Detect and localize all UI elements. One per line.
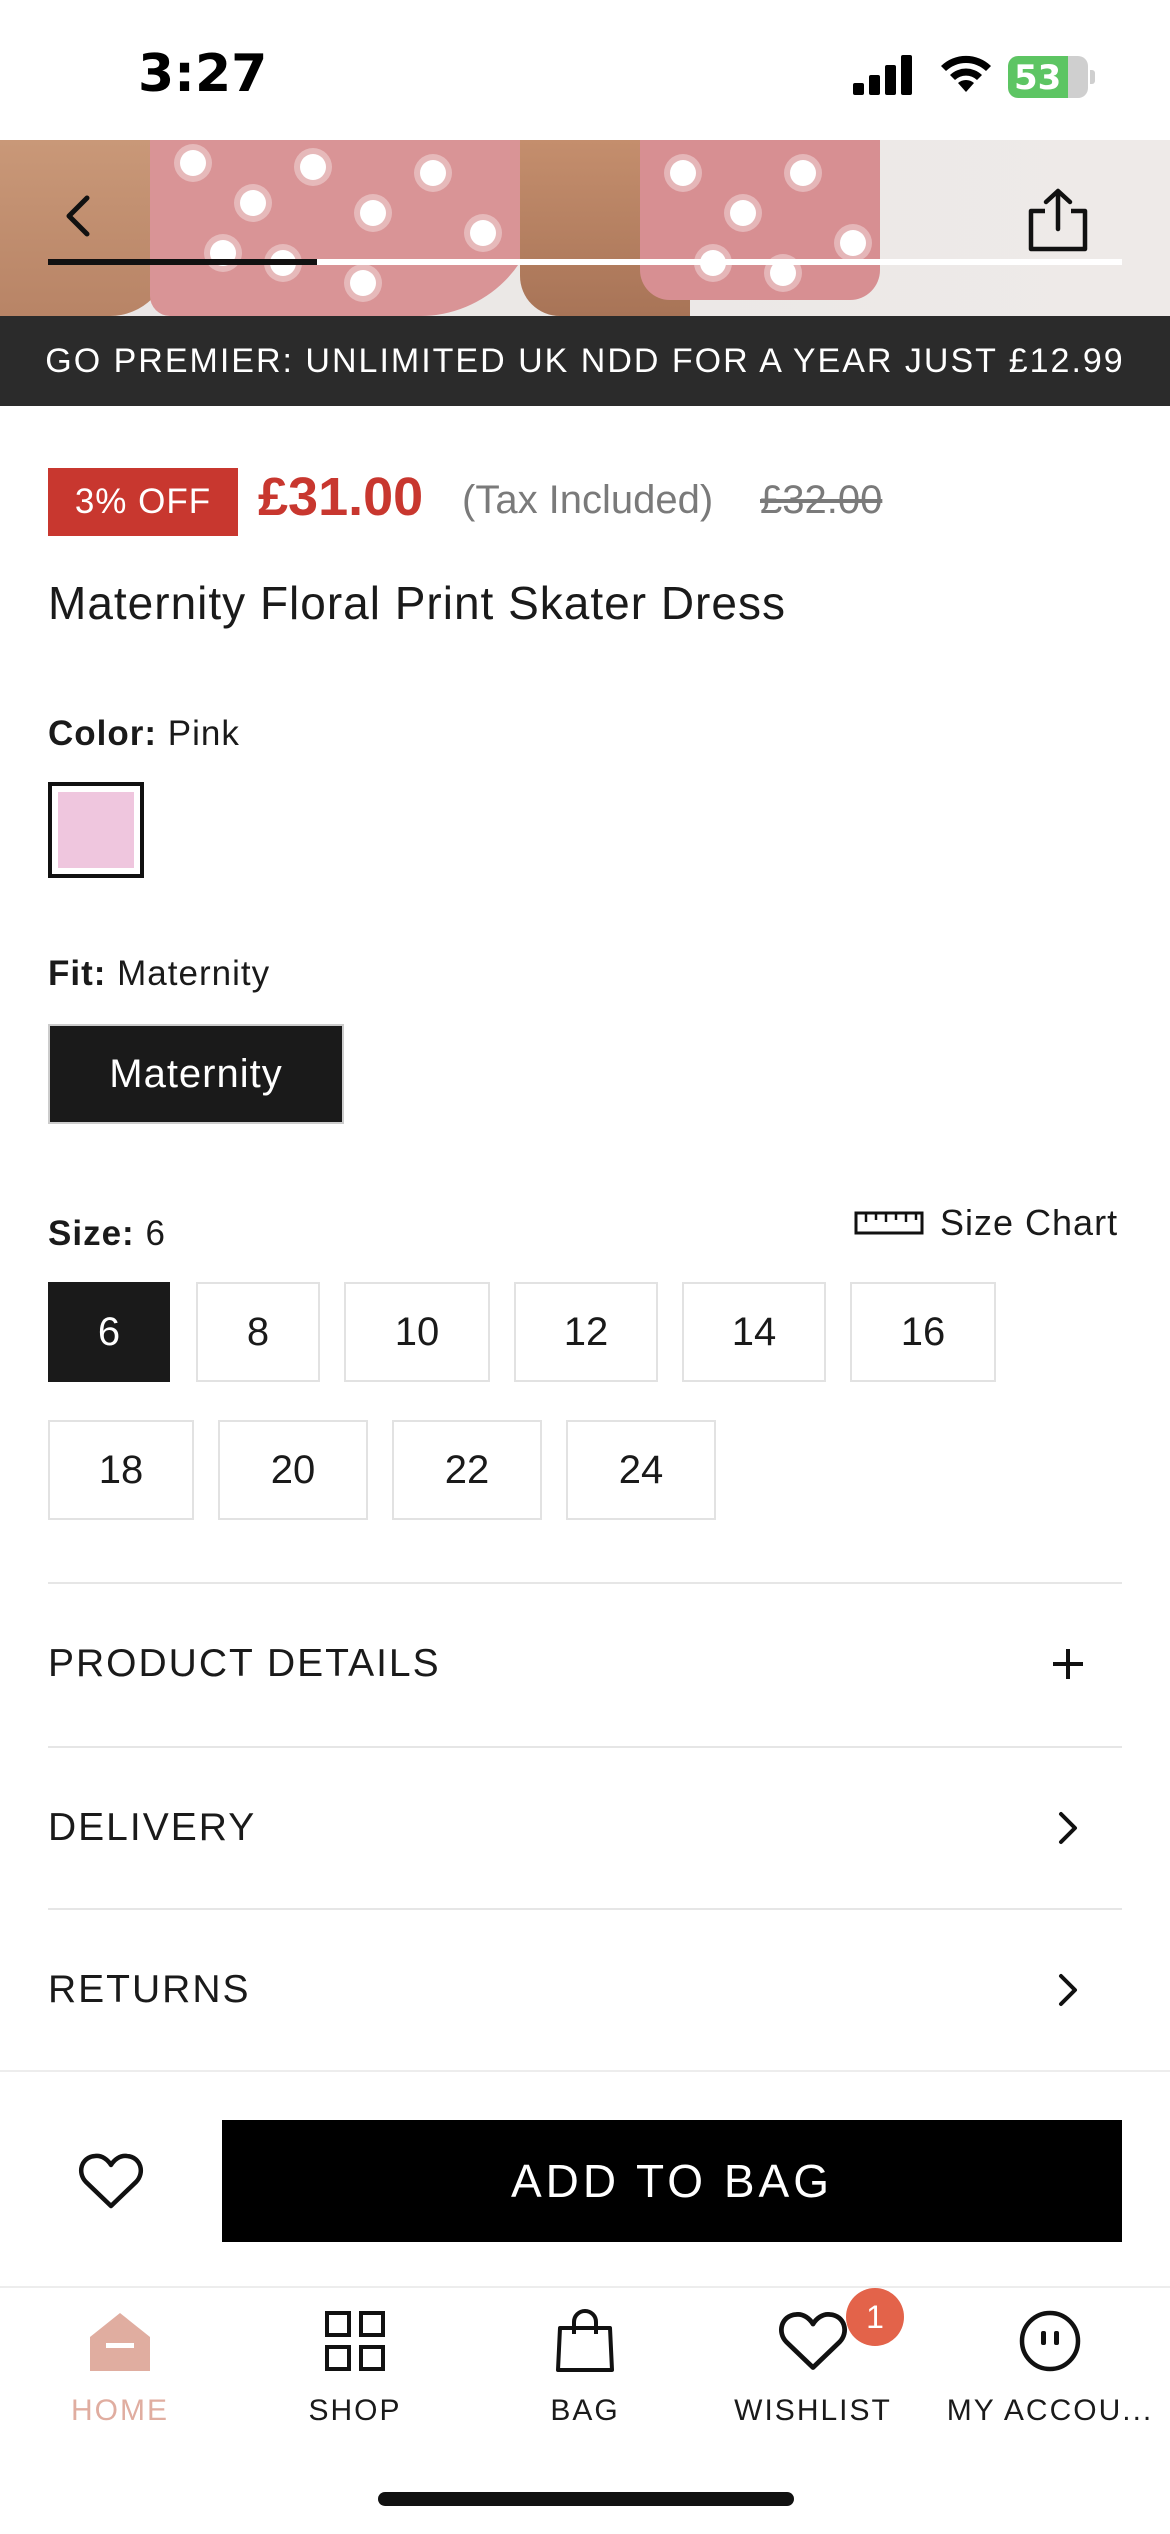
fit-label: Fit: Maternity — [48, 954, 270, 994]
delivery-row[interactable]: DELIVERY — [48, 1748, 1122, 1908]
ruler-icon — [854, 1211, 924, 1235]
grid-icon — [325, 2311, 385, 2371]
product-details-row[interactable]: PRODUCT DETAILS — [48, 1584, 1122, 1744]
size-option-8[interactable]: 8 — [196, 1282, 320, 1382]
size-value: 6 — [145, 1214, 166, 1253]
status-time: 3:27 — [138, 44, 268, 104]
size-label-key: Size: — [48, 1214, 135, 1253]
returns-label: RETURNS — [48, 1968, 251, 2011]
shopping-bag-icon — [556, 2309, 614, 2372]
chevron-right-icon — [1038, 1960, 1098, 2020]
back-button[interactable] — [48, 186, 108, 246]
discount-badge: 3% OFF — [48, 468, 238, 536]
heart-icon — [78, 2153, 144, 2209]
tab-home[interactable]: HOME — [5, 2296, 235, 2436]
tab-shop[interactable]: SHOP — [240, 2296, 470, 2436]
swatch-fill — [58, 792, 134, 868]
color-label: Color: Pink — [48, 714, 240, 754]
wifi-icon — [941, 55, 991, 92]
battery-icon: 53 — [1008, 56, 1095, 98]
color-label-key: Color: — [48, 714, 158, 753]
promo-banner[interactable]: GO PREMIER: UNLIMITED UK NDD FOR A YEAR … — [0, 316, 1170, 406]
returns-row[interactable]: RETURNS — [48, 1910, 1122, 2070]
add-to-wishlist-button[interactable] — [68, 2144, 154, 2218]
wishlist-count-badge: 1 — [846, 2288, 904, 2346]
size-option-24[interactable]: 24 — [566, 1420, 716, 1520]
tab-bag[interactable]: BAG — [470, 2296, 700, 2436]
size-option-20[interactable]: 20 — [218, 1420, 368, 1520]
color-swatch-pink[interactable] — [48, 782, 144, 878]
size-chart-label: Size Chart — [940, 1202, 1119, 1243]
size-option-6[interactable]: 6 — [48, 1282, 170, 1382]
product-image[interactable] — [0, 140, 1170, 316]
size-option-22[interactable]: 22 — [392, 1420, 542, 1520]
promo-text: GO PREMIER: UNLIMITED UK NDD FOR A YEAR … — [45, 341, 1125, 380]
home-icon — [90, 2313, 150, 2371]
color-value: Pink — [167, 714, 240, 753]
tab-bag-label: BAG — [550, 2394, 620, 2427]
tab-my-account[interactable]: MY ACCOU... — [935, 2296, 1165, 2436]
battery-level: 53 — [1014, 58, 1062, 98]
share-button[interactable] — [1018, 180, 1098, 260]
home-indicator — [378, 2492, 794, 2506]
share-icon — [1028, 188, 1088, 252]
size-option-18[interactable]: 18 — [48, 1420, 194, 1520]
fit-value: Maternity — [117, 954, 271, 993]
chevron-left-icon — [66, 195, 90, 237]
fit-option-maternity[interactable]: Maternity — [48, 1024, 344, 1124]
size-option-10[interactable]: 10 — [344, 1282, 490, 1382]
original-price: £32.00 — [760, 478, 883, 522]
tab-shop-label: SHOP — [308, 2394, 402, 2427]
tab-wishlist-label: WISHLIST — [734, 2394, 892, 2427]
product-title: Maternity Floral Print Skater Dress — [48, 577, 786, 629]
gallery-progress-fill — [48, 259, 317, 265]
add-to-bag-button[interactable]: ADD TO BAG — [222, 2120, 1122, 2242]
tax-note: (Tax Included) — [462, 478, 714, 522]
plus-icon — [1038, 1634, 1098, 1694]
account-icon — [1019, 2310, 1081, 2372]
size-option-16[interactable]: 16 — [850, 1282, 996, 1382]
fit-label-key: Fit: — [48, 954, 107, 993]
current-price: £31.00 — [258, 467, 424, 527]
size-option-14[interactable]: 14 — [682, 1282, 826, 1382]
heart-icon — [779, 2311, 847, 2370]
cellular-signal-icon — [853, 55, 912, 95]
size-option-12[interactable]: 12 — [514, 1282, 658, 1382]
delivery-label: DELIVERY — [48, 1806, 257, 1849]
size-chart-link[interactable]: Size Chart — [854, 1202, 1118, 1244]
product-details-label: PRODUCT DETAILS — [48, 1642, 441, 1685]
tab-home-label: HOME — [71, 2394, 169, 2427]
tab-my-account-label: MY ACCOU... — [946, 2394, 1154, 2427]
size-label: Size: 6 — [48, 1214, 166, 1254]
chevron-right-icon — [1038, 1798, 1098, 1858]
